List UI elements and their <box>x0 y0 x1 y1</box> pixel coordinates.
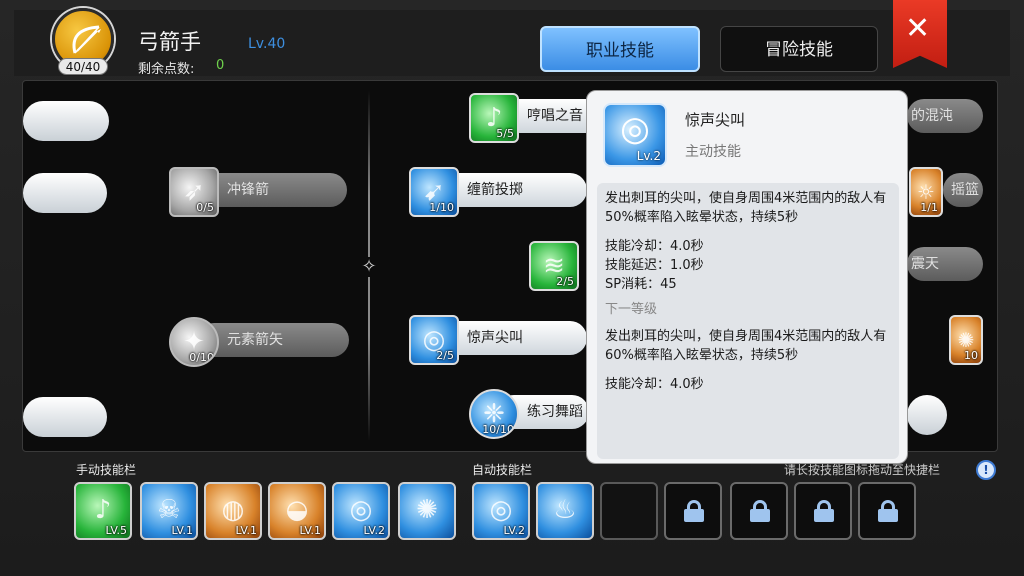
skill-node-dance-practice[interactable]: 练习舞蹈 ❈ 10/10 <box>469 389 589 439</box>
auto-slot-2[interactable]: ♨ <box>536 482 594 540</box>
skill-node-cradle[interactable]: ☼ 1/1 摇篮 <box>909 167 997 217</box>
lock-icon <box>878 500 898 522</box>
slot-level: LV.1 <box>299 524 321 537</box>
cradle-icon: ☼ 1/1 <box>909 167 943 217</box>
skill-node-dancer[interactable]: ✺ 10 <box>949 315 997 365</box>
dance-icon: ❈ 10/10 <box>469 389 519 439</box>
manual-slot-6[interactable]: ✺ <box>398 482 456 540</box>
divider-ornament-icon: ✧ <box>359 257 379 277</box>
skill-tooltip: ◎ Lv.2 惊声尖叫 主动技能 发出刺耳的尖叫，使自身周围4米范围内的敌人有5… <box>586 90 908 464</box>
skill-count: 1/1 <box>920 201 938 214</box>
skill-name: 元素箭矢 <box>197 323 349 357</box>
skill-slot-empty[interactable] <box>907 395 947 435</box>
skill-name: 冲锋箭 <box>197 173 347 207</box>
skill-count: 0/10 <box>189 351 214 364</box>
tooltip-cooldown: 技能冷却：4.0秒 <box>605 239 704 254</box>
skill-node-elemental-arrow[interactable]: 元素箭矢 ✦ 0/10 <box>169 317 351 367</box>
tooltip-description: 发出刺耳的尖叫，使自身周围4米范围内的敌人有50%概率陷入眩晕状态，持续5秒 <box>605 191 887 225</box>
skill-node-arrow-throw[interactable]: 缠箭投掷 ➹ 1/10 <box>409 167 589 217</box>
tooltip-next-cooldown: 技能冷却：4.0秒 <box>605 377 704 392</box>
tooltip-details: 发出刺耳的尖叫，使自身周围4米范围内的敌人有50%概率陷入眩晕状态，持续5秒 技… <box>597 183 899 459</box>
class-level: Lv.40 <box>248 36 286 52</box>
auto-slot-4-locked[interactable] <box>664 482 722 540</box>
skill-slot-empty[interactable] <box>23 397 107 437</box>
auto-slot-3-empty[interactable] <box>600 482 658 540</box>
auto-slot-6-locked[interactable] <box>794 482 852 540</box>
slot-level: LV.1 <box>171 524 193 537</box>
tooltip-next-level-label: 下一等级 <box>605 302 658 317</box>
slot-level: LV.1 <box>235 524 257 537</box>
manual-slot-3[interactable]: ◍ LV.1 <box>204 482 262 540</box>
auto-slot-7-locked[interactable] <box>858 482 916 540</box>
skill-name: 惊声尖叫 <box>437 321 587 355</box>
skill-name: 震天 <box>907 247 983 281</box>
auto-slot-1[interactable]: ◎ LV.2 <box>472 482 530 540</box>
singing-icon: ♪ 5/5 <box>469 93 519 143</box>
skill-slot-empty[interactable] <box>23 173 107 213</box>
arrow-burst-icon: ➶ 0/5 <box>169 167 219 217</box>
skill-count: 10 <box>964 349 978 362</box>
skill-name: 缠箭投掷 <box>437 173 587 207</box>
manual-slot-5[interactable]: ◎ LV.2 <box>332 482 390 540</box>
skill-count: 5/5 <box>496 127 514 140</box>
scream-icon: ◎ 2/5 <box>409 315 459 365</box>
skill-name: 的混沌 <box>907 99 983 133</box>
skill-count: 2/5 <box>556 275 574 288</box>
remaining-points-label: 剩余点数: <box>138 62 195 77</box>
tooltip-next-description: 发出刺耳的尖叫，使自身周围4米范围内的敌人有60%概率陷入眩晕状态，持续5秒 <box>605 329 887 363</box>
info-icon[interactable]: ! <box>976 460 996 480</box>
bow-icon <box>72 25 101 54</box>
auto-slot-5-locked[interactable] <box>730 482 788 540</box>
skill-count: 10/10 <box>482 423 514 436</box>
avatar-points-badge: 40/40 <box>58 58 108 75</box>
arrow-throw-icon: ➹ 1/10 <box>409 167 459 217</box>
manual-slot-4[interactable]: ◒ LV.1 <box>268 482 326 540</box>
skill-name: 摇篮 <box>943 173 983 207</box>
skill-count: 2/5 <box>436 349 454 362</box>
scream-icon: ◎ Lv.2 <box>603 103 667 167</box>
class-name: 弓箭手 <box>138 30 201 54</box>
tooltip-stats: 技能冷却：4.0秒 技能延迟：1.0秒 SP消耗：45 <box>605 237 891 294</box>
lock-icon <box>684 500 704 522</box>
drag-hint: 请长按技能图标拖动至快捷栏 <box>784 463 941 477</box>
skill-node-scream[interactable]: 惊声尖叫 ◎ 2/5 <box>409 315 589 365</box>
slot-level: LV.2 <box>363 524 385 537</box>
tooltip-skill-type: 主动技能 <box>685 144 741 160</box>
skill-count: 1/10 <box>429 201 454 214</box>
skill-slot-empty[interactable] <box>23 101 109 141</box>
skill-node-charge-arrow[interactable]: 冲锋箭 ➶ 0/5 <box>169 167 349 217</box>
rest-icon: ♨ <box>553 495 577 525</box>
manual-slot-2[interactable]: ☠ LV.1 <box>140 482 198 540</box>
wind-icon: ≋ 2/5 <box>529 241 579 291</box>
dancer-icon: ✺ <box>416 495 438 525</box>
tooltip-sp-cost: SP消耗：45 <box>605 277 677 292</box>
manual-slot-1[interactable]: ♪ LV.5 <box>74 482 132 540</box>
skill-node-wind[interactable]: ≋ 2/5 <box>529 241 589 291</box>
skill-count: 0/5 <box>196 201 214 214</box>
tab-adventure-skills[interactable]: 冒险技能 <box>720 26 878 72</box>
slot-level: LV.5 <box>105 524 127 537</box>
tooltip-delay: 技能延迟：1.0秒 <box>605 258 704 273</box>
lock-icon <box>750 500 770 522</box>
dancer-icon: ✺ 10 <box>949 315 983 365</box>
tab-job-skills[interactable]: 职业技能 <box>540 26 700 72</box>
slot-level: LV.2 <box>503 524 525 537</box>
remaining-points-value: 0 <box>216 58 225 73</box>
tooltip-skill-name: 惊声尖叫 <box>685 111 746 129</box>
elemental-arrow-icon: ✦ 0/10 <box>169 317 219 367</box>
auto-skill-bar-label: 自动技能栏 <box>472 463 533 477</box>
close-icon: ✕ <box>905 11 931 46</box>
skill-node-chaos[interactable]: 的混沌 <box>907 93 997 139</box>
lock-icon <box>814 500 834 522</box>
manual-skill-bar-label: 手动技能栏 <box>76 463 137 477</box>
tooltip-icon-level: Lv.2 <box>636 149 661 163</box>
skill-node-quake[interactable]: 震天 <box>907 241 997 287</box>
